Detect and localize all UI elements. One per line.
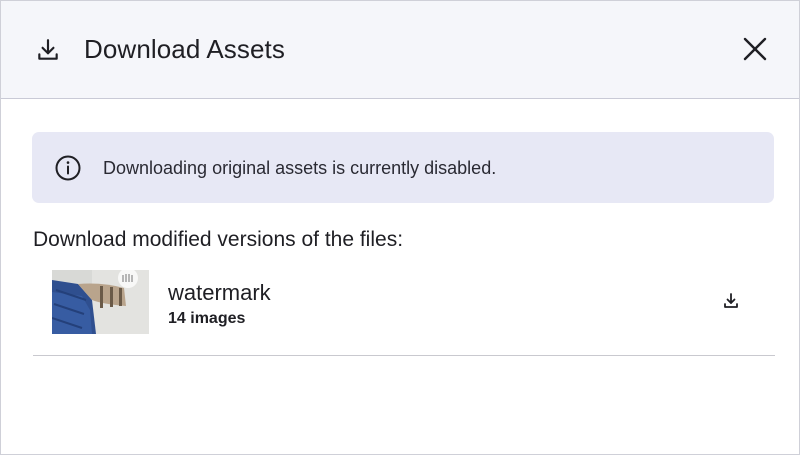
section-label: Download modified versions of the files: xyxy=(33,228,404,251)
info-banner: Downloading original assets is currently… xyxy=(32,132,774,203)
dialog-header: Download Assets xyxy=(1,1,799,99)
watermark-thumbnail xyxy=(52,270,149,334)
asset-count: 14 images xyxy=(168,310,246,327)
asset-name: watermark xyxy=(168,280,271,305)
close-button[interactable] xyxy=(738,32,772,66)
download-icon xyxy=(724,293,738,308)
download-asset-button[interactable] xyxy=(719,289,743,313)
download-assets-dialog: Download Assets Downloading original ass… xyxy=(0,0,800,455)
info-banner-text: Downloading original assets is currently… xyxy=(103,158,497,178)
asset-row: watermark 14 images xyxy=(33,263,775,356)
download-icon xyxy=(38,39,58,60)
close-icon xyxy=(743,37,767,61)
dialog-title: Download Assets xyxy=(84,34,285,64)
info-icon xyxy=(55,155,81,181)
